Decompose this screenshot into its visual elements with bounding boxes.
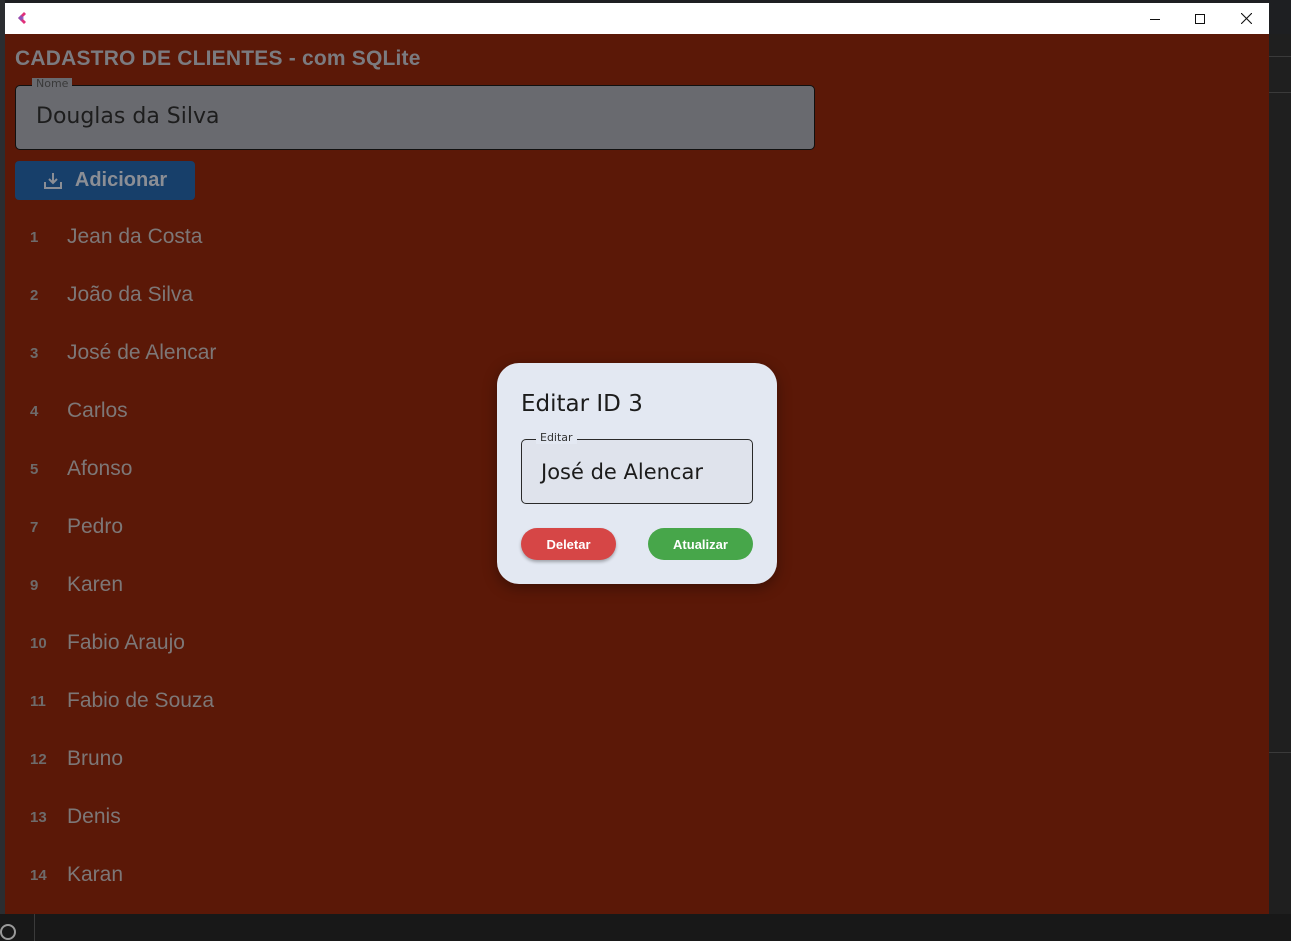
name-input[interactable]: Nome Douglas da Silva xyxy=(15,78,815,150)
client-list-item[interactable]: 14 Karan xyxy=(5,844,505,902)
app-content: CADASTRO DE CLIENTES - com SQLite Nome D… xyxy=(5,34,1269,914)
client-name: Carlos xyxy=(67,399,128,422)
client-list-item[interactable]: 13 Denis xyxy=(5,786,505,844)
client-name: José de Alencar xyxy=(67,341,217,364)
download-icon xyxy=(43,172,62,189)
background-editor-right xyxy=(1269,34,1291,914)
title-bar[interactable] xyxy=(5,3,1269,34)
client-id: 7 xyxy=(30,519,39,536)
client-list-item[interactable]: 11 Fabio de Souza xyxy=(5,670,505,728)
client-list-item[interactable]: 4 Carlos xyxy=(5,380,505,438)
client-name: Afonso xyxy=(67,457,133,480)
client-list-item[interactable]: 5 Afonso xyxy=(5,438,505,496)
name-input-label: Nome xyxy=(32,78,73,90)
client-id: 3 xyxy=(30,345,39,362)
client-list-item[interactable]: 1 Jean da Costa xyxy=(5,206,505,264)
add-button-label: Adicionar xyxy=(74,169,168,191)
close-button[interactable] xyxy=(1223,3,1269,34)
maximize-button[interactable] xyxy=(1177,3,1223,34)
client-name: João da Silva xyxy=(67,283,194,306)
client-name: Pedro xyxy=(67,515,124,538)
add-button[interactable]: Adicionar xyxy=(15,161,195,200)
client-name: Fabio de Souza xyxy=(67,689,215,712)
edit-input[interactable]: Editar José de Alencar xyxy=(521,432,753,504)
name-input-value[interactable]: Douglas da Silva xyxy=(36,104,220,129)
client-id: 5 xyxy=(30,461,39,478)
edit-input-value[interactable]: José de Alencar xyxy=(541,460,703,484)
client-id: 9 xyxy=(30,577,39,594)
client-id: 11 xyxy=(30,693,46,710)
client-list-item[interactable]: 12 Bruno xyxy=(5,728,505,786)
flutter-app-icon xyxy=(18,12,26,24)
client-id: 12 xyxy=(30,751,47,768)
close-icon xyxy=(1240,13,1252,24)
app-window: CADASTRO DE CLIENTES - com SQLite Nome D… xyxy=(5,3,1269,914)
client-list-item[interactable]: 3 José de Alencar xyxy=(5,322,505,380)
client-id: 13 xyxy=(30,809,47,826)
minimize-icon xyxy=(1150,18,1160,20)
edit-input-label: Editar xyxy=(536,432,577,444)
edit-dialog: Editar ID 3 Editar José de Alencar Delet… xyxy=(497,363,777,584)
update-button[interactable]: Atualizar xyxy=(648,528,753,560)
client-id: 1 xyxy=(30,229,39,246)
client-list-item[interactable]: 7 Pedro xyxy=(5,496,505,554)
dialog-title: Editar ID 3 xyxy=(521,391,643,417)
client-id: 2 xyxy=(30,287,39,304)
maximize-icon xyxy=(1195,13,1205,24)
client-name: Fabio Araujo xyxy=(67,631,185,654)
client-list-item[interactable]: 9 Karen xyxy=(5,554,505,612)
delete-button[interactable]: Deletar xyxy=(521,528,616,560)
client-list: 1 Jean da Costa 2 João da Silva 3 José de Ale… xyxy=(5,206,505,902)
client-list-item[interactable]: 10 Fabio Araujo xyxy=(5,612,505,670)
account-icon xyxy=(0,924,16,940)
client-id: 14 xyxy=(30,867,47,884)
client-id: 10 xyxy=(30,635,47,652)
client-name: Bruno xyxy=(67,747,124,770)
minimize-button[interactable] xyxy=(1132,3,1178,34)
client-id: 4 xyxy=(30,403,39,420)
background-status-bar xyxy=(0,914,1291,941)
page-title: CADASTRO DE CLIENTES - com SQLite xyxy=(15,47,421,70)
client-name: Denis xyxy=(67,805,121,828)
client-name: Karen xyxy=(67,573,124,596)
client-name: Karan xyxy=(67,863,124,886)
background-divider xyxy=(34,914,35,941)
client-name: Jean da Costa xyxy=(67,225,203,248)
client-list-item[interactable]: 2 João da Silva xyxy=(5,264,505,322)
